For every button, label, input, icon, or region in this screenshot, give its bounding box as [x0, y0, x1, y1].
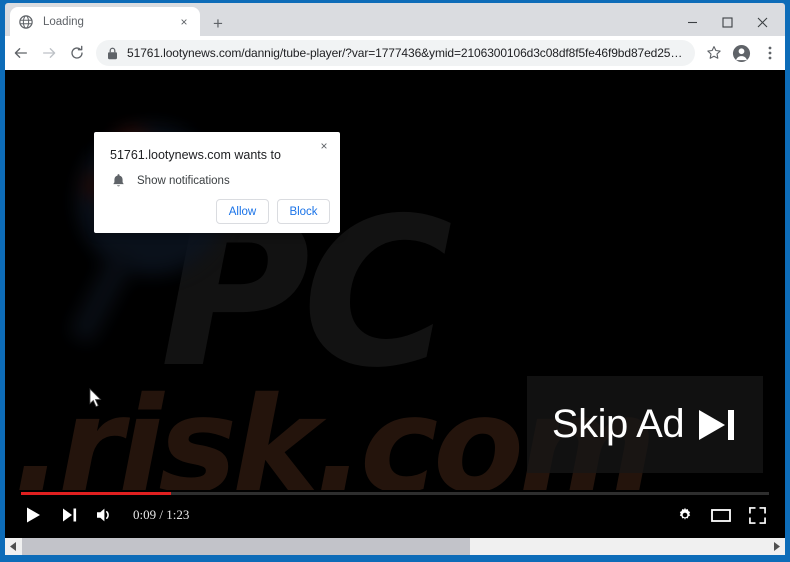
horizontal-scrollbar[interactable] — [5, 538, 785, 555]
dialog-option-label: Show notifications — [137, 174, 230, 187]
tab-title: Loading — [43, 15, 84, 28]
new-tab-button[interactable]: + — [207, 12, 229, 34]
browser-tab[interactable]: Loading × — [10, 7, 200, 36]
url-text: 51761.lootynews.com/dannig/tube-player/?… — [127, 46, 685, 60]
back-arrow-icon[interactable] — [8, 39, 33, 67]
close-icon[interactable] — [745, 6, 780, 39]
lock-icon[interactable] — [104, 45, 120, 61]
page-viewport: PC .risk.com Skip Ad 0:09 / 1:23 × 51761… — [5, 70, 785, 538]
mouse-cursor — [89, 388, 103, 413]
skip-ad-label: Skip Ad — [551, 402, 685, 446]
play-icon[interactable] — [15, 502, 51, 528]
reload-icon[interactable] — [64, 39, 89, 67]
gear-icon[interactable] — [667, 502, 703, 528]
star-icon[interactable] — [701, 40, 727, 66]
allow-button[interactable]: Allow — [216, 199, 269, 224]
block-button[interactable]: Block — [277, 199, 330, 224]
browser-toolbar: 51761.lootynews.com/dannig/tube-player/?… — [5, 36, 785, 70]
minimize-icon[interactable] — [675, 6, 710, 39]
player-controls-right — [667, 502, 775, 528]
globe-icon — [18, 14, 34, 30]
fullscreen-icon[interactable] — [739, 502, 775, 528]
player-controls-left: 0:09 / 1:23 — [15, 502, 189, 528]
scroll-left-arrow-icon[interactable] — [5, 538, 22, 555]
scroll-right-arrow-icon[interactable] — [768, 538, 785, 555]
dialog-title: 51761.lootynews.com wants to — [110, 148, 281, 162]
progress-fill — [21, 492, 171, 495]
next-track-icon[interactable] — [51, 502, 87, 528]
dialog-actions: Allow Block — [216, 199, 330, 224]
window-controls — [675, 6, 780, 39]
notification-permission-dialog[interactable]: × 51761.lootynews.com wants to Show noti… — [94, 132, 340, 233]
browser-window: Loading × + 51761.lootynews.com/dannig/t… — [0, 0, 790, 562]
tab-strip: Loading × + — [5, 3, 785, 36]
volume-icon[interactable] — [87, 502, 123, 528]
player-controls: 0:09 / 1:23 — [5, 490, 785, 538]
bell-icon — [110, 172, 127, 189]
skip-forward-icon — [696, 408, 738, 442]
time-display: 0:09 / 1:23 — [133, 507, 190, 522]
three-dot-menu-icon[interactable] — [757, 40, 783, 66]
scrollbar-thumb[interactable] — [22, 538, 470, 555]
tab-close-icon[interactable]: × — [176, 14, 192, 30]
maximize-icon[interactable] — [710, 6, 745, 39]
dialog-option-row: Show notifications — [110, 172, 230, 189]
profile-avatar-icon[interactable] — [729, 40, 755, 66]
address-bar[interactable]: 51761.lootynews.com/dannig/tube-player/?… — [96, 40, 695, 66]
forward-arrow-icon — [36, 39, 61, 67]
theater-mode-icon[interactable] — [703, 502, 739, 528]
progress-bar[interactable] — [21, 492, 769, 495]
skip-ad-button[interactable]: Skip Ad — [527, 376, 763, 473]
scrollbar-trough[interactable] — [22, 538, 768, 555]
